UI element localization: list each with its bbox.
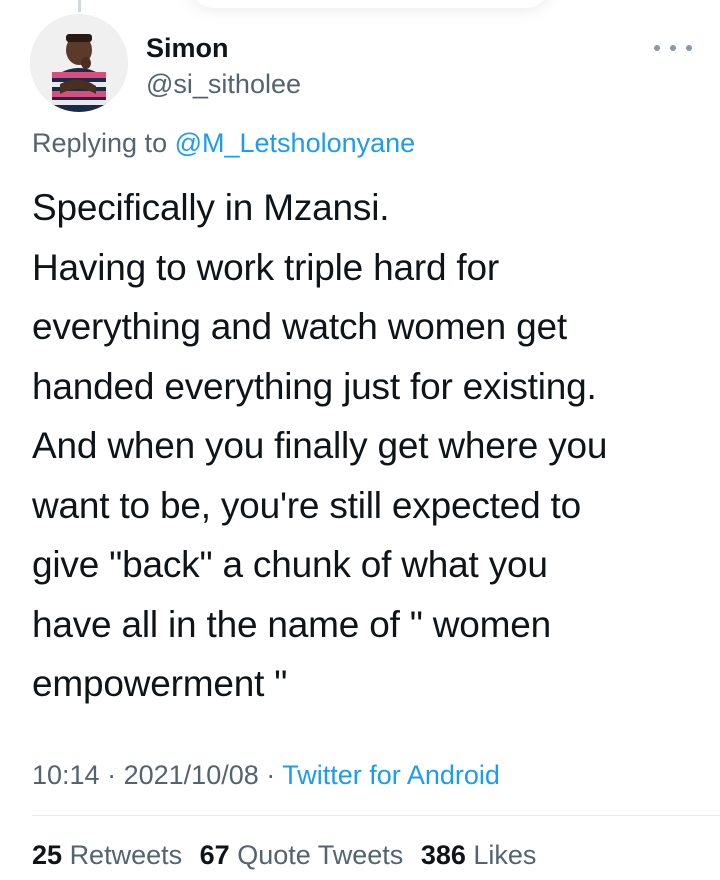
tweet-text-line: Specifically in Mzansi. xyxy=(32,187,390,228)
more-dot-icon xyxy=(686,45,692,51)
tweet-text-line: Having to work triple hard for xyxy=(32,246,499,288)
tweet-text-line: handed everything just for existing. xyxy=(32,365,597,407)
thread-connector-line xyxy=(78,0,81,12)
tweet-stats: 25 Retweets 67 Quote Tweets 386 Likes xyxy=(32,838,546,872)
retweets-stat[interactable]: 25 Retweets xyxy=(32,838,182,872)
tweet-text-line: everything and watch women get xyxy=(32,306,567,347)
quote-tweets-count: 67 xyxy=(199,840,230,870)
tweet-time[interactable]: 10:14 xyxy=(32,760,100,790)
tweet-body: Specifically in Mzansi. Having to work t… xyxy=(32,178,692,714)
tweet-text-line: give "back" a chunk of what you xyxy=(32,544,548,585)
replying-to-prefix: Replying to xyxy=(32,128,168,158)
author-handle[interactable]: @si_sitholee xyxy=(146,68,301,100)
stats-top-divider xyxy=(32,815,720,816)
tweet-date[interactable]: 2021/10/08 xyxy=(124,760,259,790)
quote-tweets-stat[interactable]: 67 Quote Tweets xyxy=(200,838,404,872)
retweets-count: 25 xyxy=(32,840,63,870)
author-name[interactable]: Simon xyxy=(146,32,229,64)
tweet-metadata: 10:14 · 2021/10/08 · Twitter for Android xyxy=(32,758,500,792)
tweet-text-line: have all in the name of " women xyxy=(32,603,552,645)
likes-label: Likes xyxy=(473,840,537,870)
more-options-icon[interactable] xyxy=(654,38,692,58)
reply-mention-link[interactable]: @M_Letsholonyane xyxy=(175,128,416,158)
more-dot-icon xyxy=(670,45,676,51)
tweet-text-line: empowerment " xyxy=(32,663,288,704)
meta-separator: · xyxy=(266,760,276,790)
author-avatar[interactable] xyxy=(30,14,128,112)
likes-count: 386 xyxy=(420,840,466,870)
likes-stat[interactable]: 386 Likes xyxy=(421,838,537,872)
tweet-source-link[interactable]: Twitter for Android xyxy=(282,760,500,790)
previous-tweet-card-edge xyxy=(190,0,550,8)
meta-separator: · xyxy=(107,760,117,790)
retweets-label: Retweets xyxy=(69,840,183,870)
tweet-text-line: And when you finally get where you xyxy=(32,425,608,466)
avatar-photo-icon xyxy=(30,14,128,112)
more-dot-icon xyxy=(654,45,660,51)
tweet-text-line: want to be, you're still expected to xyxy=(32,484,582,526)
replying-to-line: Replying to @M_Letsholonyane xyxy=(32,126,415,160)
quote-tweets-label: Quote Tweets xyxy=(237,840,404,870)
